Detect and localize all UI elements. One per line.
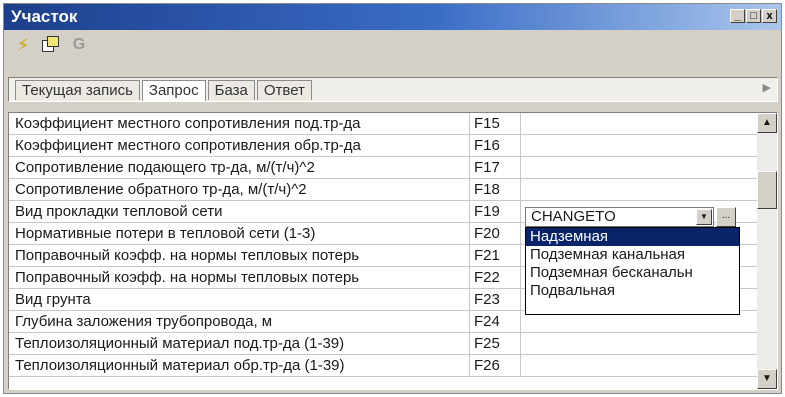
toolbar: ⚡ G [4, 30, 781, 60]
value-cell[interactable] [522, 333, 757, 355]
field-code: F26 [471, 355, 521, 377]
minimize-button[interactable]: _ [730, 9, 745, 23]
scroll-up-button[interactable]: ▲ [757, 113, 777, 133]
title-bar[interactable]: Участок _ □ x [4, 4, 781, 30]
parameter-name: Сопротивление подающего тр-да, м/(т/ч)^2 [9, 157, 470, 179]
tab-strip: Текущая запись Запрос База Ответ ▶ [8, 77, 778, 102]
dropdown-option[interactable]: Подземная канальная [526, 246, 739, 264]
tab-query[interactable]: Запрос [141, 80, 206, 101]
value-cell[interactable] [522, 355, 757, 377]
parameter-name: Глубина заложения трубопровода, м [9, 311, 470, 333]
table-row[interactable]: Сопротивление обратного тр-да, м/(т/ч)^2… [9, 179, 757, 201]
dropdown-list: Надземная Подземная канальная Подземная … [525, 227, 740, 315]
table-row[interactable]: Коэффициент местного сопротивления под.т… [9, 113, 757, 135]
parameter-name: Коэффициент местного сопротивления под.т… [9, 113, 470, 135]
value-cell[interactable] [522, 135, 757, 157]
field-code: F15 [471, 113, 521, 135]
tab-answer[interactable]: Ответ [256, 80, 312, 100]
table-row[interactable]: Коэффициент местного сопротивления обр.т… [9, 135, 757, 157]
tab-current-record[interactable]: Текущая запись [15, 80, 140, 100]
scroll-thumb[interactable] [757, 171, 777, 209]
window: Участок _ □ x ⚡ G Текущая запись Запрос … [3, 3, 782, 394]
field-code: F24 [471, 311, 521, 333]
parameter-name: Вид прокладки тепловой сети [9, 201, 470, 223]
parameter-name: Нормативные потери в тепловой сети (1-3) [9, 223, 470, 245]
parameter-name: Поправочный коэфф. на нормы тепловых пот… [9, 245, 470, 267]
parameter-name: Коэффициент местного сопротивления обр.т… [9, 135, 470, 157]
field-code: F25 [471, 333, 521, 355]
parameter-name: Теплоизоляционный материал обр.тр-да (1-… [9, 355, 470, 377]
field-code: F19 [471, 201, 521, 223]
dropdown-option[interactable]: Подземная бесканальн [526, 264, 739, 282]
table-row[interactable]: Сопротивление подающего тр-да, м/(т/ч)^2… [9, 157, 757, 179]
property-grid: Коэффициент местного сопротивления под.т… [8, 112, 778, 390]
value-cell[interactable] [522, 179, 757, 201]
window-controls: _ □ x [730, 9, 777, 23]
laying-type-combobox[interactable]: CHANGETO ▼ [525, 207, 714, 227]
tab-base[interactable]: База [207, 80, 255, 100]
field-code: F16 [471, 135, 521, 157]
parameter-name: Поправочный коэфф. на нормы тепловых пот… [9, 267, 470, 289]
lightning-icon[interactable]: ⚡ [12, 34, 34, 56]
chevron-down-icon[interactable]: ▼ [696, 209, 712, 225]
field-code: F23 [471, 289, 521, 311]
field-code: F17 [471, 157, 521, 179]
scroll-down-button[interactable]: ▼ [757, 369, 777, 389]
table-row[interactable]: Теплоизоляционный материал под.тр-да (1-… [9, 333, 757, 355]
window-title: Участок [11, 7, 78, 26]
maximize-button[interactable]: □ [746, 9, 761, 23]
parameter-name: Сопротивление обратного тр-да, м/(т/ч)^2 [9, 179, 470, 201]
dropdown-option[interactable]: Подвальная [526, 282, 739, 300]
value-cell[interactable] [522, 157, 757, 179]
value-cell[interactable] [522, 113, 757, 135]
tab-scroll-right-icon[interactable]: ▶ [763, 81, 771, 94]
parameter-name: Теплоизоляционный материал под.тр-да (1-… [9, 333, 470, 355]
copy-icon[interactable] [40, 34, 62, 56]
parameter-name: Вид грунта [9, 289, 470, 311]
vertical-scrollbar[interactable]: ▲ ▼ [757, 113, 777, 389]
refresh-icon[interactable]: G [68, 34, 90, 56]
ellipsis-button[interactable]: ... [716, 207, 736, 227]
field-code: F22 [471, 267, 521, 289]
table-row[interactable]: Теплоизоляционный материал обр.тр-да (1-… [9, 355, 757, 377]
field-code: F18 [471, 179, 521, 201]
field-code: F21 [471, 245, 521, 267]
combo-value: CHANGETO [531, 208, 616, 225]
dropdown-option[interactable]: Надземная [526, 228, 739, 246]
field-code: F20 [471, 223, 521, 245]
close-button[interactable]: x [762, 9, 777, 23]
